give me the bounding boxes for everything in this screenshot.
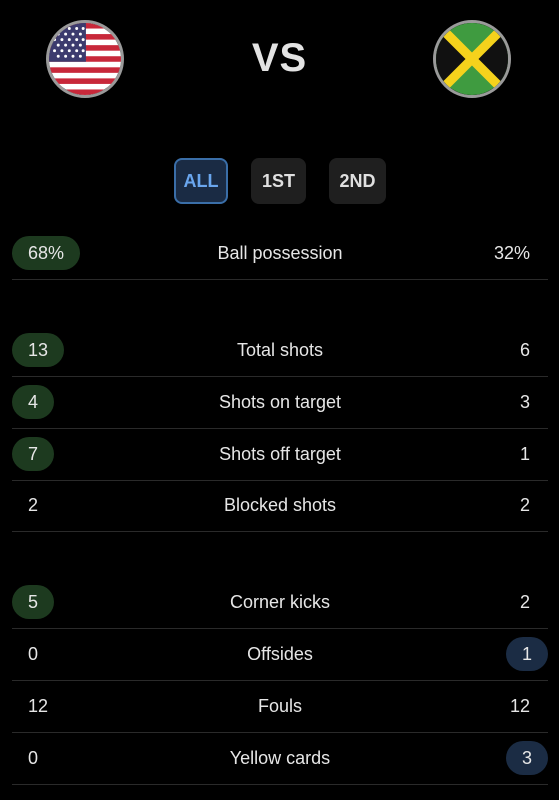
- stat-row-fouls: 12 Fouls 12: [12, 681, 548, 733]
- stat-label: Shots off target: [219, 444, 341, 464]
- away-value: 12: [509, 696, 530, 716]
- stat-row-blocked-shots: 2 Blocked shots 2: [12, 480, 548, 532]
- stat-row-yellow-cards: 0 Yellow cards 3: [12, 733, 548, 785]
- away-value: 1: [505, 637, 548, 671]
- away-value: 3: [519, 392, 530, 412]
- stat-label: Yellow cards: [229, 748, 331, 768]
- jamaica-flag-icon: [433, 20, 511, 98]
- stat-row-shots-off-target: 7 Shots off target 1: [12, 429, 548, 481]
- away-value: 6: [519, 340, 530, 360]
- match-header: VS: [0, 0, 559, 130]
- period-tabs: ALL 1ST 2ND: [0, 158, 559, 206]
- tab-all[interactable]: ALL: [174, 158, 228, 204]
- stat-label: Total shots: [236, 340, 324, 360]
- stat-row-offsides: 0 Offsides 1: [12, 629, 548, 681]
- stat-label: Fouls: [257, 696, 302, 716]
- away-value: 32%: [493, 243, 530, 263]
- tab-1st[interactable]: 1ST: [251, 158, 306, 204]
- stat-label: Offsides: [247, 644, 313, 664]
- away-value: 2: [519, 592, 530, 612]
- stat-row-corner-kicks: 5 Corner kicks 2: [12, 577, 548, 629]
- stat-row-ball-possession: 68% Ball possession 32%: [12, 228, 548, 280]
- stat-label: Ball possession: [217, 243, 343, 263]
- stat-row-total-shots: 13 Total shots 6: [12, 325, 548, 377]
- stat-label: Corner kicks: [229, 592, 331, 612]
- away-value: 3: [505, 741, 548, 775]
- stat-label: Blocked shots: [223, 495, 337, 515]
- stat-label: Shots on target: [218, 392, 342, 412]
- tab-2nd[interactable]: 2ND: [329, 158, 386, 204]
- away-value: 2: [519, 495, 530, 515]
- away-value: 1: [519, 444, 530, 464]
- stat-row-shots-on-target: 4 Shots on target 3: [12, 377, 548, 429]
